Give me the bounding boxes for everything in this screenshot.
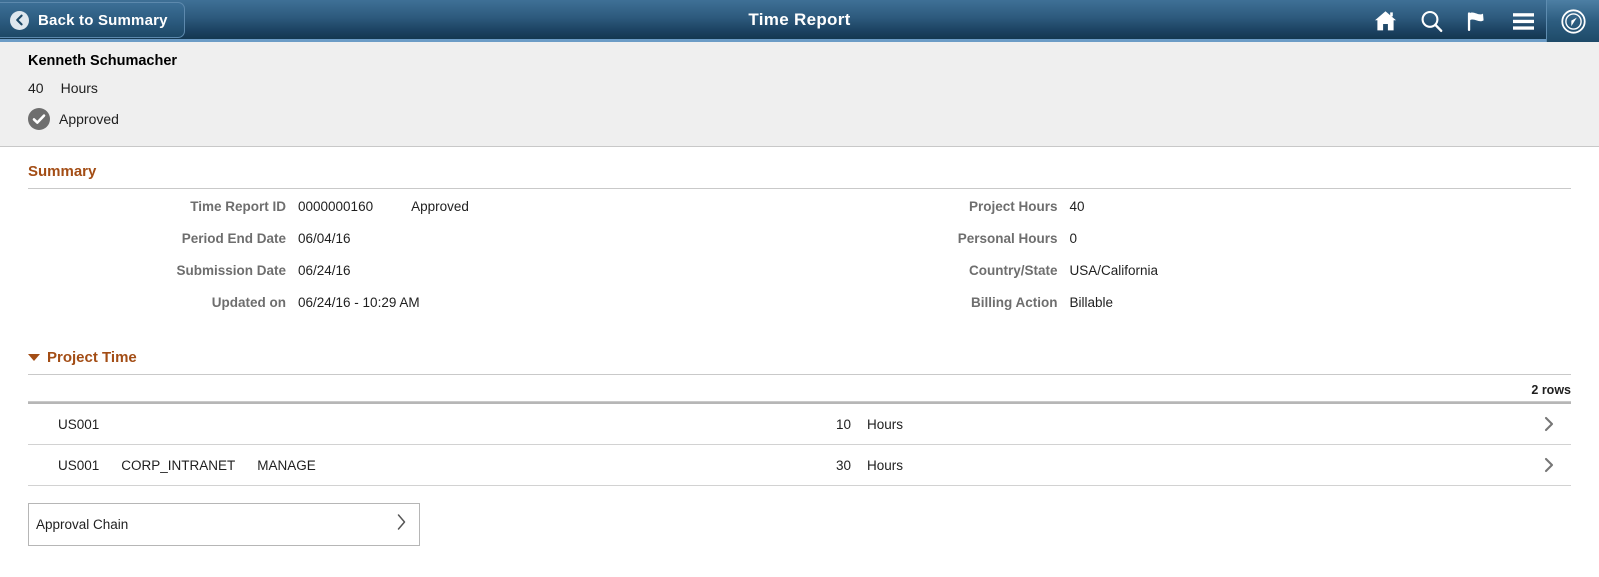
row-code: CORP_INTRANET [121, 457, 236, 473]
field-value: 0 [1069, 231, 1078, 246]
field-value: 06/04/16 [298, 231, 351, 246]
field-time-report-id: Time Report ID 0000000160 Approved [28, 199, 800, 231]
navigator-icon[interactable] [1546, 0, 1599, 42]
chevron-right-icon [396, 513, 407, 536]
row-codes: US001 CORP_INTRANET MANAGE [28, 458, 811, 473]
field-value-status: Approved [411, 199, 469, 214]
table-row[interactable]: US001 10 Hours [28, 404, 1571, 445]
row-code: US001 [58, 457, 100, 473]
approval-chain-button[interactable]: Approval Chain [28, 503, 420, 546]
project-time-table: US001 10 Hours US001 CORP_INTRANET MANAG… [28, 402, 1571, 486]
field-label: Personal Hours [957, 231, 1058, 246]
menu-icon[interactable] [1500, 0, 1546, 42]
field-value: 06/24/16 [298, 263, 351, 278]
search-icon[interactable] [1408, 0, 1454, 42]
row-hours-value: 10 [835, 416, 851, 432]
total-hours-value: 40 [28, 80, 44, 96]
field-country-state: Country/State USA/California [800, 263, 1572, 295]
status-badge: Approved [28, 108, 1599, 130]
app-header: Back to Summary Time Report [0, 0, 1599, 42]
field-value: 40 [1069, 199, 1085, 214]
field-value: USA/California [1069, 263, 1159, 278]
row-code: US001 [58, 416, 100, 432]
row-hours-value: 30 [835, 457, 851, 473]
field-value: 06/24/16 - 10:29 AM [298, 295, 420, 310]
table-row[interactable]: US001 CORP_INTRANET MANAGE 30 Hours [28, 445, 1571, 486]
main-content: Summary Time Report ID 0000000160 Approv… [0, 147, 1599, 546]
header-icon-group [1362, 0, 1599, 42]
field-label: Period End Date [181, 231, 286, 246]
approval-chain-label: Approval Chain [36, 517, 129, 532]
row-hours-unit: Hours [867, 457, 904, 473]
row-hours-unit: Hours [867, 416, 904, 432]
check-circle-icon [28, 108, 50, 130]
field-billing-action: Billing Action Billable [800, 295, 1572, 327]
chevron-left-icon [10, 10, 29, 30]
total-hours-unit: Hours [60, 80, 98, 96]
field-label: Project Hours [968, 199, 1058, 214]
field-project-hours: Project Hours 40 [800, 199, 1572, 231]
back-to-summary-label: Back to Summary [38, 11, 168, 29]
home-icon[interactable] [1362, 0, 1408, 42]
total-hours: 40 Hours [28, 80, 1599, 96]
summary-right-column: Project Hours 40 Personal Hours 0 Countr… [800, 199, 1572, 327]
field-label: Time Report ID [190, 199, 286, 214]
employee-summary-band: Kenneth Schumacher 40 Hours Approved [0, 42, 1599, 147]
row-codes: US001 [28, 417, 811, 432]
status-label: Approved [59, 111, 119, 127]
row-code: MANAGE [257, 457, 316, 473]
field-label: Submission Date [176, 263, 286, 278]
field-value: 0000000160 Approved [298, 199, 469, 214]
field-personal-hours: Personal Hours 0 [800, 231, 1572, 263]
field-label: Updated on [211, 295, 286, 310]
field-value-primary: 0000000160 [298, 199, 374, 214]
field-submission-date: Submission Date 06/24/16 [28, 263, 800, 295]
triangle-down-icon [28, 353, 40, 361]
summary-left-column: Time Report ID 0000000160 Approved Perio… [28, 199, 800, 327]
field-value: Billable [1069, 295, 1114, 310]
project-time-section-title: Project Time [47, 349, 137, 366]
field-period-end-date: Period End Date 06/04/16 [28, 231, 800, 263]
page-title: Time Report [748, 9, 851, 29]
summary-section-heading: Summary [28, 147, 1571, 189]
project-time-section-heading[interactable]: Project Time [28, 327, 1571, 375]
back-to-summary-button[interactable]: Back to Summary [0, 2, 185, 38]
row-count-label: 2 rows [28, 376, 1571, 402]
field-label: Country/State [968, 263, 1058, 278]
employee-name: Kenneth Schumacher [28, 53, 178, 69]
chevron-right-icon[interactable] [1527, 416, 1571, 432]
summary-fields: Time Report ID 0000000160 Approved Perio… [28, 189, 1571, 327]
flag-icon[interactable] [1454, 0, 1500, 42]
field-updated-on: Updated on 06/24/16 - 10:29 AM [28, 295, 800, 327]
summary-section-title: Summary [28, 163, 97, 180]
field-label: Billing Action [971, 295, 1058, 310]
chevron-right-icon[interactable] [1527, 457, 1571, 473]
